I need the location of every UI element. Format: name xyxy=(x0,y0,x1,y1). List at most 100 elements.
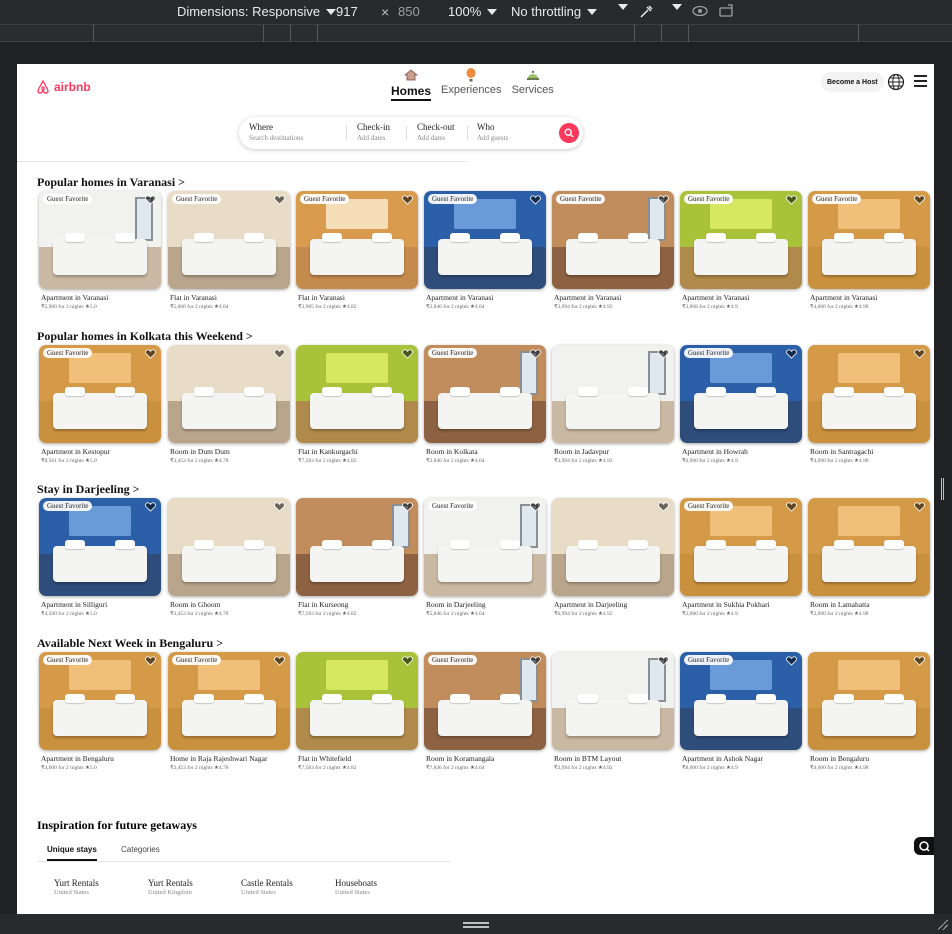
section-title[interactable]: Stay in Darjeeling > xyxy=(37,482,140,497)
listing-card[interactable]: Apartment in Darjeeling ₹6,994 for 2 nigh… xyxy=(552,498,674,618)
more-options-dropdown[interactable] xyxy=(618,4,628,10)
listing-card[interactable]: Flat in Kankurgachi ₹7,583 for 2 nights ★… xyxy=(296,345,418,465)
listing-card[interactable]: Guest Favorite Apartment in Kestopur ₹8,56… xyxy=(39,345,161,465)
heart-icon[interactable] xyxy=(145,349,156,359)
listing-photo[interactable] xyxy=(552,652,674,750)
resize-handle-corner[interactable] xyxy=(938,920,948,930)
heart-icon[interactable] xyxy=(914,349,925,359)
listing-photo[interactable]: Guest Favorite xyxy=(296,191,418,289)
resize-handle-right[interactable] xyxy=(941,478,944,500)
heart-icon[interactable] xyxy=(786,656,797,666)
destination-link[interactable]: Houseboats United States xyxy=(335,878,377,896)
listing-photo[interactable]: Guest Favorite xyxy=(39,498,161,596)
section-title[interactable]: Popular homes in Varanasi > xyxy=(37,175,185,190)
heart-icon[interactable] xyxy=(658,195,669,205)
listing-photo[interactable]: Guest Favorite xyxy=(39,652,161,750)
tab-categories[interactable]: Categories xyxy=(121,845,160,859)
heart-icon[interactable] xyxy=(402,502,413,512)
listing-photo[interactable]: Guest Favorite xyxy=(680,652,802,750)
listing-card[interactable]: Guest Favorite Apartment in Varanasi ₹3,86… xyxy=(680,191,802,311)
device-options-dropdown[interactable] xyxy=(672,4,682,10)
zoom-dropdown[interactable]: 100% xyxy=(448,4,498,19)
listing-card[interactable]: Guest Favorite Apartment in Sukhia Pokhar… xyxy=(680,498,802,618)
listing-card[interactable]: Room in Jadavpur ₹3,994 for 2 nights ★4.9… xyxy=(552,345,674,465)
listing-photo[interactable] xyxy=(296,652,418,750)
listing-photo[interactable] xyxy=(296,345,418,443)
section-title[interactable]: Popular homes in Kolkata this Weekend > xyxy=(37,329,253,344)
listing-photo[interactable]: Guest Favorite xyxy=(424,191,546,289)
heart-icon[interactable] xyxy=(145,195,156,205)
width-input[interactable]: 917 xyxy=(336,4,358,19)
heart-icon[interactable] xyxy=(402,656,413,666)
destination-link[interactable]: Yurt Rentals United Kingdom xyxy=(148,878,193,896)
listing-card[interactable]: Flat in Kurseong ₹7,583 for 2 nights ★4.8… xyxy=(296,498,418,618)
search-where[interactable]: Where Search destinations xyxy=(249,122,303,142)
heart-icon[interactable] xyxy=(530,195,541,205)
heart-icon[interactable] xyxy=(658,656,669,666)
listing-photo[interactable] xyxy=(808,498,930,596)
listing-photo[interactable] xyxy=(808,345,930,443)
assistant-button[interactable] xyxy=(914,837,934,855)
listing-photo[interactable] xyxy=(808,652,930,750)
heart-icon[interactable] xyxy=(914,195,925,205)
destination-link[interactable]: Yurt Rentals United States xyxy=(54,878,99,896)
vision-deficiency-button[interactable] xyxy=(691,4,709,18)
listing-card[interactable]: Guest Favorite Apartment in Bengaluru ₹4,0… xyxy=(39,652,161,772)
listing-card[interactable]: Guest Favorite Room in Darjeeling ₹5,846 f… xyxy=(424,498,546,618)
listing-card[interactable]: Room in BTM Layout ₹3,994 for 2 nights ★4… xyxy=(552,652,674,772)
heart-icon[interactable] xyxy=(530,502,541,512)
listing-photo[interactable] xyxy=(296,498,418,596)
menu-button[interactable] xyxy=(914,75,927,87)
listing-card[interactable]: Guest Favorite Apartment in Howrah ₹6,000 … xyxy=(680,345,802,465)
height-input[interactable]: 850 xyxy=(398,4,420,19)
listing-card[interactable]: Room in Ghoom ₹3,453 for 2 nights ★4.78 xyxy=(168,498,290,618)
heart-icon[interactable] xyxy=(530,349,541,359)
globe-button[interactable] xyxy=(887,73,905,91)
listing-photo[interactable] xyxy=(552,345,674,443)
heart-icon[interactable] xyxy=(530,656,541,666)
listing-photo[interactable] xyxy=(552,498,674,596)
heart-icon[interactable] xyxy=(145,656,156,666)
listing-card[interactable]: Guest Favorite Apartment in Varanasi ₹5,96… xyxy=(39,191,161,311)
nav-services[interactable]: Services xyxy=(512,68,554,101)
destination-link[interactable]: Castle Rentals United States xyxy=(241,878,293,896)
listing-card[interactable]: Room in Bengaluru ₹4,000 for 2 nights ★4.… xyxy=(808,652,930,772)
heart-icon[interactable] xyxy=(274,502,285,512)
listing-card[interactable]: Guest Favorite Home in Raja Rajeshwari Na… xyxy=(168,652,290,772)
resize-handle-bottom[interactable] xyxy=(463,922,489,924)
listing-card[interactable]: Flat in Whitefield ₹7,583 for 2 nights ★4… xyxy=(296,652,418,772)
rotate-button[interactable] xyxy=(718,4,736,18)
heart-icon[interactable] xyxy=(914,656,925,666)
listing-card[interactable]: Guest Favorite Room in Koramangala ₹7,846 … xyxy=(424,652,546,772)
heart-icon[interactable] xyxy=(786,195,797,205)
become-host-button[interactable]: Become a Host xyxy=(821,72,884,92)
listing-photo[interactable]: Guest Favorite xyxy=(168,191,290,289)
listing-photo[interactable]: Guest Favorite xyxy=(680,498,802,596)
heart-icon[interactable] xyxy=(274,195,285,205)
listing-photo[interactable]: Guest Favorite xyxy=(39,345,161,443)
nav-homes[interactable]: Homes xyxy=(391,68,432,101)
listing-card[interactable]: Guest Favorite Apartment in Varanasi ₹2,84… xyxy=(424,191,546,311)
listing-photo[interactable] xyxy=(168,498,290,596)
listing-photo[interactable]: Guest Favorite xyxy=(168,652,290,750)
listing-photo[interactable]: Guest Favorite xyxy=(552,191,674,289)
listing-card[interactable]: Room in Dum Dum ₹3,453 for 2 nights ★4.78 xyxy=(168,345,290,465)
listing-card[interactable]: Guest Favorite Apartment in Silliguri ₹4,5… xyxy=(39,498,161,618)
heart-icon[interactable] xyxy=(274,656,285,666)
search-button[interactable] xyxy=(559,123,579,143)
listing-card[interactable]: Guest Favorite Apartment in Ashok Nagar ₹8… xyxy=(680,652,802,772)
listing-card[interactable]: Room in Lamahatta ₹2,000 for 2 nights ★4.… xyxy=(808,498,930,618)
tab-unique-stays[interactable]: Unique stays xyxy=(47,845,97,861)
listing-photo[interactable]: Guest Favorite xyxy=(680,345,802,443)
search-checkout[interactable]: Check-out Add dates xyxy=(417,122,455,142)
eyedropper-button[interactable] xyxy=(638,4,654,20)
search-who[interactable]: Who Add guests xyxy=(477,122,508,142)
heart-icon[interactable] xyxy=(402,349,413,359)
listing-card[interactable]: Room in Santragachi ₹4,000 for 2 nights ★… xyxy=(808,345,930,465)
listing-photo[interactable]: Guest Favorite xyxy=(424,498,546,596)
listing-card[interactable]: Guest Favorite Flat in Varanasi ₹5,000 for… xyxy=(168,191,290,311)
section-title[interactable]: Available Next Week in Bengaluru > xyxy=(37,636,223,651)
listing-photo[interactable]: Guest Favorite xyxy=(680,191,802,289)
heart-icon[interactable] xyxy=(786,349,797,359)
listing-photo[interactable]: Guest Favorite xyxy=(808,191,930,289)
